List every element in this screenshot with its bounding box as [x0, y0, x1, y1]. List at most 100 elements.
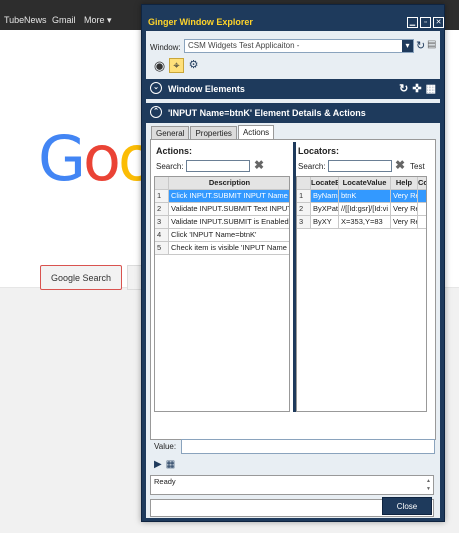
column-header-rownum [155, 177, 169, 190]
table-row[interactable]: 1 Click INPUT.SUBMIT INPUT Name [155, 190, 289, 203]
minimize-button[interactable]: ▁ [407, 17, 418, 28]
locate-by: ByXPat [311, 203, 339, 216]
tab-actions[interactable]: Actions [237, 125, 275, 139]
window-select[interactable]: CSM Widgets Test Applicaiton - [184, 39, 414, 53]
window-title: Ginger Window Explorer [148, 17, 253, 27]
chevron-down-icon: ▾ [107, 15, 112, 25]
actions-grid: Description 1 Click INPUT.SUBMIT INPUT N… [154, 176, 290, 412]
column-header-locateby[interactable]: LocateB [311, 177, 339, 190]
google-logo: Goo [38, 128, 156, 190]
locate-value: //[[Id:gsr]/[Id:vi [339, 203, 391, 216]
row-number: 2 [297, 203, 311, 216]
row-number: 1 [297, 190, 311, 203]
locator-count [418, 190, 426, 203]
more-menu[interactable]: More ▾ [84, 15, 112, 26]
clear-search-icon[interactable]: ✖ [254, 158, 264, 172]
window-select-value: CSM Widgets Test Applicaiton - [188, 41, 300, 50]
windows-list-icon[interactable]: ▤ [427, 39, 436, 50]
explorer-client-area: Window: CSM Widgets Test Applicaiton - ▾… [146, 31, 440, 518]
element-details-header[interactable]: ⌃ 'INPUT Name=btnK' Element Details & Ac… [146, 103, 440, 123]
chevron-down-icon[interactable]: ▾ [402, 40, 413, 52]
locators-grid-header: LocateB LocateValue Help Cou [297, 177, 426, 190]
actions-grid-header: Description [155, 177, 289, 190]
locators-panel: Locators: Search: ✖ Test LocateB LocateV… [296, 142, 433, 412]
actions-title: Actions: [156, 146, 192, 156]
table-row[interactable]: 4 Click 'INPUT Name=btnK' [155, 229, 289, 242]
table-row[interactable]: 2 Validate INPUT.SUBMIT Text INPUT [155, 203, 289, 216]
column-header-help[interactable]: Help [391, 177, 418, 190]
actions-panel: Actions: Search: ✖ Description 1 Click I… [154, 142, 292, 412]
actions-search-input[interactable] [186, 160, 250, 172]
expand-chevron-icon[interactable]: ⌄ [150, 82, 162, 94]
collapse-chevron-icon[interactable]: ⌃ [150, 106, 162, 118]
status-scrollbar[interactable]: ▲ ▼ [425, 477, 432, 493]
clear-search-icon[interactable]: ✖ [395, 158, 405, 172]
explorer-toolbar: ◉ ⌖ ⚙ [152, 58, 201, 74]
gmail-link[interactable]: Gmail [52, 15, 76, 25]
google-search-button[interactable]: Google Search [40, 265, 122, 290]
action-description: Click 'INPUT Name=btnK' [169, 229, 289, 242]
column-header-rownum [297, 177, 311, 190]
value-input[interactable] [181, 439, 435, 454]
maximize-button[interactable]: ▫ [420, 17, 431, 28]
logo-letter-o1: o [83, 122, 121, 195]
run-icon[interactable]: ▶ [154, 459, 162, 470]
locator-help: Very Re [391, 203, 418, 216]
title-bar[interactable]: Ginger Window Explorer ▁ ▫ ✕ [142, 5, 444, 31]
locate-by: ByNam [311, 190, 339, 203]
row-number: 3 [297, 216, 311, 229]
column-header-locatevalue[interactable]: LocateValue [339, 177, 391, 190]
tab-general[interactable]: General [151, 126, 190, 139]
action-description: Validate INPUT.SUBMIT Text INPUT [169, 203, 289, 216]
actions-tab-panel: Actions: Search: ✖ Description 1 Click I… [150, 139, 436, 440]
window-elements-header[interactable]: ⌄ Window Elements ↻ ✜ ▦ [146, 79, 440, 99]
table-row[interactable]: 3 ByXY X=353,Y=83 Very Re [297, 216, 426, 229]
ginger-window-explorer: Ginger Window Explorer ▁ ▫ ✕ Window: CSM… [141, 4, 445, 522]
gear-icon[interactable]: ⚙ [186, 58, 201, 73]
locate-icon[interactable]: ✜ [412, 82, 421, 95]
action-description: Click INPUT.SUBMIT INPUT Name [169, 190, 289, 203]
window-label: Window: [150, 43, 181, 52]
column-header-description[interactable]: Description [169, 177, 289, 190]
test-locators-button[interactable]: Test [410, 162, 425, 171]
table-row[interactable]: 5 Check item is visible 'INPUT Name [155, 242, 289, 255]
refresh-icon[interactable]: ↻ [416, 39, 425, 52]
value-label: Value: [154, 442, 177, 451]
window-elements-title: Window Elements [168, 84, 245, 94]
close-window-button[interactable]: ✕ [433, 17, 444, 28]
actions-search-label: Search: [156, 162, 184, 171]
locators-search-input[interactable] [328, 160, 392, 172]
locator-help: Very Re [391, 216, 418, 229]
locate-value: btnK [339, 190, 391, 203]
youtube-link[interactable]: Tube [4, 15, 24, 25]
action-description: Check item is visible 'INPUT Name [169, 242, 289, 255]
row-number: 3 [155, 216, 169, 229]
add-to-flow-icon[interactable]: ▦ [166, 459, 175, 470]
status-text: Ready [154, 477, 176, 486]
tab-properties[interactable]: Properties [190, 126, 237, 139]
window-elements-tools: ↻ ✜ ▦ [399, 82, 436, 95]
table-row[interactable]: 3 Validate INPUT.SUBMIT is Enabled [155, 216, 289, 229]
news-link[interactable]: News [24, 15, 47, 25]
spy-icon[interactable]: ⌖ [169, 58, 184, 73]
column-header-count[interactable]: Cou [418, 177, 426, 190]
locator-count [418, 203, 426, 216]
locate-by: ByXY [311, 216, 339, 229]
locate-value: X=353,Y=83 [339, 216, 391, 229]
locators-search-label: Search: [298, 162, 326, 171]
row-number: 2 [155, 203, 169, 216]
record-icon[interactable]: ◉ [152, 58, 167, 73]
run-toolbar: ▶ ▦ [154, 459, 175, 470]
refresh-icon[interactable]: ↻ [399, 82, 408, 95]
table-row[interactable]: 2 ByXPat //[[Id:gsr]/[Id:vi Very Re [297, 203, 426, 216]
more-label: More [84, 15, 105, 25]
grid-icon[interactable]: ▦ [426, 82, 436, 95]
action-description: Validate INPUT.SUBMIT is Enabled [169, 216, 289, 229]
locator-help: Very Re [391, 190, 418, 203]
locator-count [418, 216, 426, 229]
close-button[interactable]: Close [382, 497, 432, 515]
table-row[interactable]: 1 ByNam btnK Very Re [297, 190, 426, 203]
row-number: 5 [155, 242, 169, 255]
logo-letter-g: G [38, 122, 86, 195]
details-tabs: General Properties Actions [151, 125, 275, 139]
